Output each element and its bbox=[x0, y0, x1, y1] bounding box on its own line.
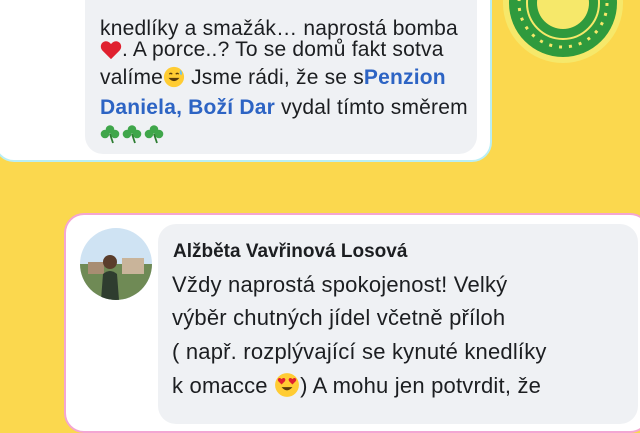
shamrock-icon bbox=[100, 125, 120, 144]
comment-author[interactable]: Alžběta Vavřinová Losová bbox=[173, 241, 407, 263]
comment2-line-3: ( např. rozplývající se kynuté knedlíky bbox=[172, 339, 547, 364]
comment1-line-2-text: . A porce..? To se domů fakt sotva bbox=[122, 38, 444, 61]
decorative-badge-icon bbox=[503, 0, 623, 63]
comment1-line-4-text: vydal tímto směrem bbox=[274, 96, 468, 119]
comment2-line-4: k omacce ) A mohu jen potvrdit, že bbox=[172, 372, 541, 399]
comment1-line-4: Daniela, Boží Dar vydal tímto směrem bbox=[100, 96, 468, 120]
comment2-line-4-start: k omacce bbox=[172, 373, 275, 398]
comment2-line-4-text: ) A mohu jen potvrdit, že bbox=[300, 373, 542, 398]
heart-eyes-face-icon bbox=[275, 373, 299, 397]
shamrock-icon bbox=[144, 125, 164, 144]
avatar[interactable] bbox=[80, 228, 152, 300]
penzion-link-part2[interactable]: Daniela, Boží Dar bbox=[100, 96, 275, 119]
comment1-line-3: valíme Jsme rádi, že se sPenzion bbox=[100, 66, 446, 90]
comment2-line-2: výběr chutných jídel včetně příloh bbox=[172, 305, 506, 330]
comment1-clovers bbox=[100, 122, 166, 146]
shamrock-icon bbox=[122, 125, 142, 144]
comment1-line-3-text: Jsme rádi, že se s bbox=[185, 66, 364, 89]
penzion-link-part1[interactable]: Penzion bbox=[364, 66, 446, 89]
grinning-sweat-face-icon bbox=[163, 66, 185, 88]
red-heart-icon bbox=[100, 41, 122, 60]
comment1-line-2: . A porce..? To se domů fakt sotva bbox=[100, 38, 444, 62]
comment1-line-3-start: valíme bbox=[100, 66, 164, 89]
comment2-line-1: Vždy naprostá spokojenost! Velký bbox=[172, 272, 508, 297]
